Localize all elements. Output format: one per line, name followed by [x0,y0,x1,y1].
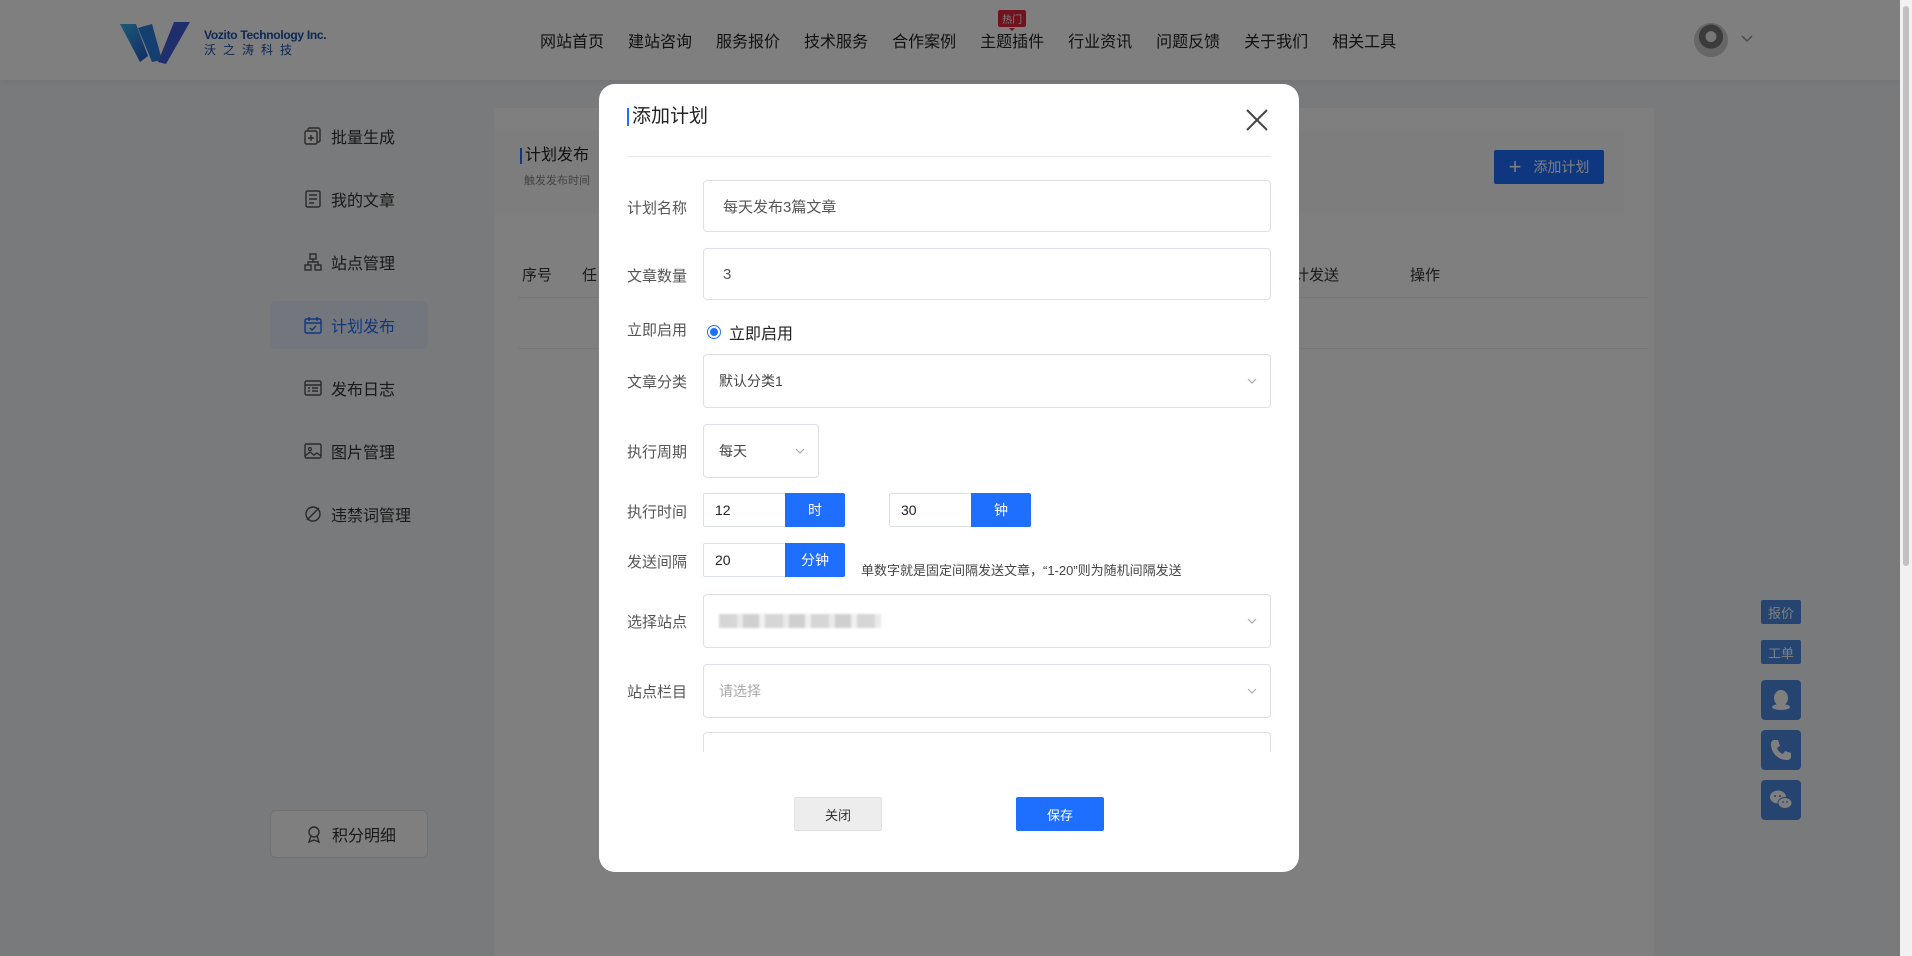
site-select[interactable] [703,594,1271,648]
chevron-down-icon [795,448,805,454]
close-icon[interactable] [1243,106,1271,134]
interval-unit: 分钟 [785,543,845,577]
category-value: 默认分类1 [719,373,783,389]
next-field-partial[interactable] [703,732,1271,752]
cycle-label: 执行周期 [627,444,688,461]
hour-unit: 时 [785,493,845,527]
scrollbar-thumb[interactable] [1903,6,1909,566]
enable-now-option: 立即启用 [729,326,794,343]
hour-field: 时 [703,493,845,527]
dialog-title: 添加计划 [627,107,708,126]
exec-time-label: 执行时间 [627,504,688,521]
enable-label: 立即启用 [627,322,688,339]
interval-input[interactable] [703,543,785,577]
chevron-down-icon [1247,688,1257,694]
add-plan-dialog: 添加计划 计划名称 文章数量 立即启用 立即启用 文章分类 默认分类1 执行周期… [599,84,1299,872]
dialog-divider [627,156,1271,157]
plan-name-label: 计划名称 [627,200,688,217]
enable-now-radio[interactable]: 立即启用 [707,320,793,344]
category-select[interactable]: 默认分类1 [703,354,1271,408]
interval-hint: 单数字就是固定间隔发送文章，“1-20”则为随机间隔发送 [861,563,1182,578]
radio-checked-icon [707,325,721,339]
site-column-select[interactable]: 请选择 [703,664,1271,718]
cycle-select[interactable]: 每天 [703,424,819,478]
minute-field: 钟 [889,493,1031,527]
minute-unit: 钟 [971,493,1031,527]
scrollbar[interactable] [1900,0,1912,956]
site-column-label: 站点栏目 [627,684,688,701]
hour-input[interactable] [703,493,785,527]
chevron-down-icon [1247,378,1257,384]
article-count-input[interactable] [703,248,1271,300]
minute-input[interactable] [889,493,971,527]
site-value-redacted [719,614,881,628]
site-column-placeholder: 请选择 [719,683,761,699]
site-label: 选择站点 [627,614,688,631]
interval-label: 发送间隔 [627,554,688,571]
interval-field: 分钟 [703,543,845,577]
plan-name-input[interactable] [703,180,1271,232]
close-button[interactable]: 关闭 [794,797,882,831]
article-count-label: 文章数量 [627,268,688,285]
category-label: 文章分类 [627,374,688,391]
chevron-down-icon [1247,618,1257,624]
cycle-value: 每天 [719,443,747,459]
save-button[interactable]: 保存 [1016,797,1104,831]
